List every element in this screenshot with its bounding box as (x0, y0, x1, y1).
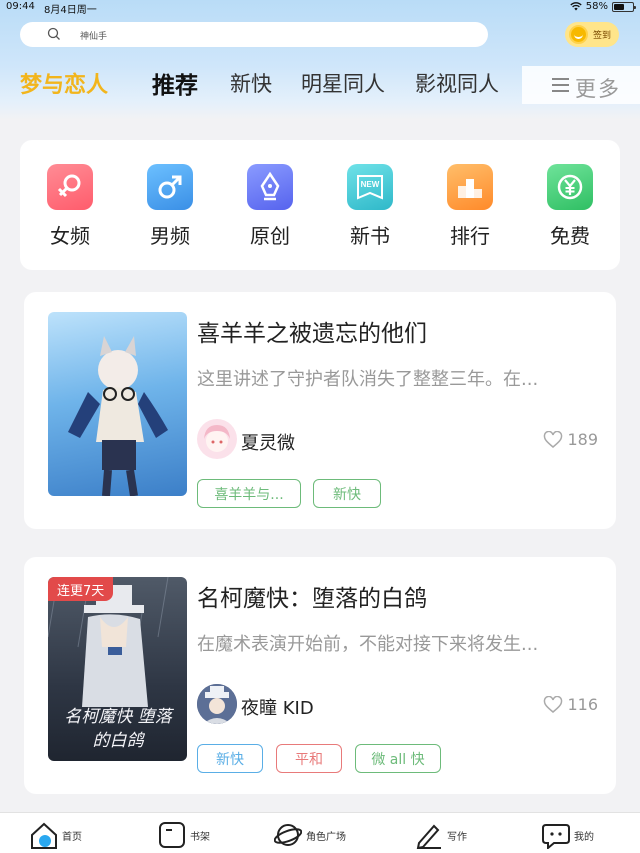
category-label: 免费 (550, 224, 590, 248)
category-label: 排行 (450, 224, 490, 248)
male-icon (147, 164, 193, 210)
tabbar-bookshelf[interactable]: 书架 (158, 819, 210, 851)
book-description: 在魔术表演开始前，不能对接下来将发生... (197, 634, 539, 655)
category-ranking[interactable]: 排行 (435, 164, 505, 254)
wifi-icon (570, 2, 582, 11)
bookshelf-icon (159, 822, 185, 848)
channel-tabs: 梦与恋人 推荐 新快 明星同人 影视同人 更多 (0, 62, 640, 104)
author-name[interactable]: 夏灵微 (241, 429, 295, 455)
search-icon (47, 27, 60, 40)
category-free[interactable]: 免费 (535, 164, 605, 254)
tabbar-label: 书架 (190, 831, 210, 843)
book-card[interactable]: 喜羊羊之被遗忘的他们 这里讲述了守护者队消失了整整三年。在... 夏灵微 189… (24, 292, 616, 529)
avatar[interactable] (197, 684, 237, 724)
more-label: 更多 (575, 77, 621, 101)
female-icon (47, 164, 93, 210)
like-number: 116 (567, 695, 598, 714)
category-new-book[interactable]: NEW 新书 (335, 164, 405, 254)
tab-xinkuai[interactable]: 新快 (230, 68, 272, 98)
tabbar-label: 角色广场 (306, 831, 346, 843)
category-label: 女频 (50, 224, 90, 248)
bottom-tab-bar: 首页 书架 角色广场 写作 我的 (0, 812, 640, 853)
category-male[interactable]: 男频 (135, 164, 205, 254)
tab-celebrity[interactable]: 明星同人 (301, 68, 385, 98)
author-name[interactable]: 夜瞳 KID (241, 694, 314, 720)
podium-icon (447, 164, 493, 210)
update-streak-badge: 连更7天 (48, 577, 114, 601)
book-tag[interactable]: 平和 (276, 744, 342, 773)
cover-illustration (68, 336, 168, 496)
new-book-icon: NEW (347, 164, 393, 210)
book-card[interactable]: 连更7天 名柯魔快 堕落的白鸽 名柯魔快：堕落的白鸽 在魔术表演开始前，不能对接… (24, 557, 616, 794)
battery-icon (612, 1, 636, 12)
category-label: 男频 (150, 224, 190, 248)
tabbar-me[interactable]: 我的 (542, 819, 594, 851)
category-card: 女频 男频 原创 NEW 新书 排行 免费 (20, 140, 620, 270)
planet-icon (274, 824, 302, 846)
like-number: 189 (567, 430, 598, 449)
tab-dream-lover[interactable]: 梦与恋人 (20, 67, 108, 99)
chat-profile-icon (542, 824, 570, 849)
battery-percent: 58% (585, 1, 608, 12)
heart-icon (544, 695, 563, 713)
category-label: 新书 (350, 224, 390, 248)
tabbar-home[interactable]: 首页 (30, 819, 82, 851)
avatar[interactable] (197, 419, 237, 459)
checkin-label: 签到 (593, 31, 612, 41)
book-tag[interactable]: 微 all 快 (355, 744, 441, 773)
heart-icon (544, 430, 563, 448)
like-count[interactable]: 189 (543, 430, 598, 449)
status-time: 09:44 (6, 1, 35, 12)
book-title[interactable]: 名柯魔快：堕落的白鸽 (197, 579, 427, 613)
svg-text:NEW: NEW (361, 180, 380, 189)
tabbar-write[interactable]: 写作 (415, 819, 467, 851)
status-bar: 09:44 8月4日周一 58% (0, 0, 640, 16)
category-label: 原创 (250, 224, 290, 248)
coin-icon (569, 25, 588, 44)
book-tag[interactable]: 新快 (197, 744, 263, 773)
more-button[interactable]: 更多 (522, 66, 640, 104)
tabbar-label: 我的 (574, 831, 594, 843)
book-tag[interactable]: 新快 (313, 479, 381, 508)
book-tag[interactable]: 喜羊羊与... (197, 479, 301, 508)
yen-coin-icon (547, 164, 593, 210)
like-count[interactable]: 116 (543, 695, 598, 714)
status-right: 58% (570, 1, 636, 12)
cover-title-text: 名柯魔快 堕落的白鸽 (64, 707, 172, 751)
tabbar-character-plaza[interactable]: 角色广场 (274, 819, 346, 851)
pen-nib-icon (247, 164, 293, 210)
book-cover[interactable]: 连更7天 名柯魔快 堕落的白鸽 (48, 577, 187, 761)
status-date: 8月4日周一 (44, 5, 97, 16)
menu-icon (552, 78, 569, 92)
search-placeholder: 神仙手 (80, 32, 108, 42)
tabbar-label: 写作 (447, 831, 467, 843)
tab-recommend[interactable]: 推荐 (152, 66, 198, 100)
book-cover[interactable] (48, 312, 187, 496)
home-icon (31, 822, 57, 849)
category-female[interactable]: 女频 (35, 164, 105, 254)
pencil-icon (416, 824, 441, 849)
tabbar-label: 首页 (62, 831, 82, 843)
search-bar[interactable]: 神仙手 (20, 22, 488, 47)
checkin-button[interactable]: 签到 (565, 22, 619, 47)
book-description: 这里讲述了守护者队消失了整整三年。在... (197, 369, 539, 390)
book-title[interactable]: 喜羊羊之被遗忘的他们 (197, 314, 427, 348)
category-original[interactable]: 原创 (235, 164, 305, 254)
tab-film-tv[interactable]: 影视同人 (415, 68, 499, 98)
